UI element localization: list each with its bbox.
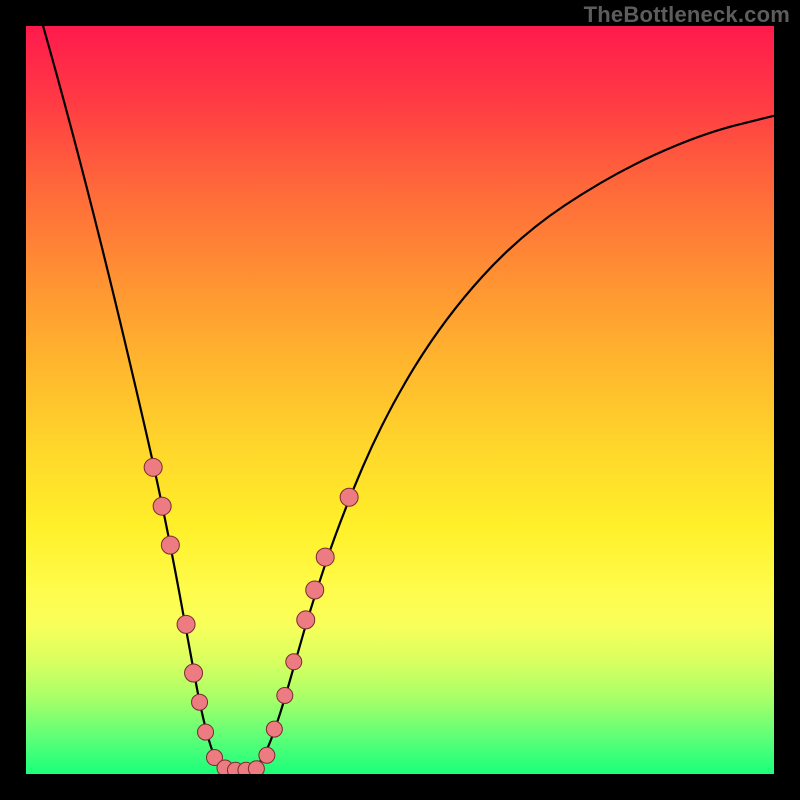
data-marker [297, 611, 315, 629]
data-marker [153, 497, 171, 515]
chart-svg [26, 26, 774, 774]
bottleneck-curve [26, 26, 774, 774]
data-marker [266, 721, 282, 737]
data-marker [161, 536, 179, 554]
data-marker [185, 664, 203, 682]
data-marker [340, 488, 358, 506]
data-marker [248, 761, 264, 774]
data-marker [198, 724, 214, 740]
data-marker [144, 458, 162, 476]
plot-area [26, 26, 774, 774]
data-marker [277, 687, 293, 703]
data-marker [259, 747, 275, 763]
markers-group [144, 458, 358, 774]
watermark-text: TheBottleneck.com [584, 2, 790, 28]
chart-stage: TheBottleneck.com [0, 0, 800, 800]
data-marker [177, 615, 195, 633]
data-marker [286, 654, 302, 670]
data-marker [306, 581, 324, 599]
data-marker [316, 548, 334, 566]
data-marker [192, 694, 208, 710]
